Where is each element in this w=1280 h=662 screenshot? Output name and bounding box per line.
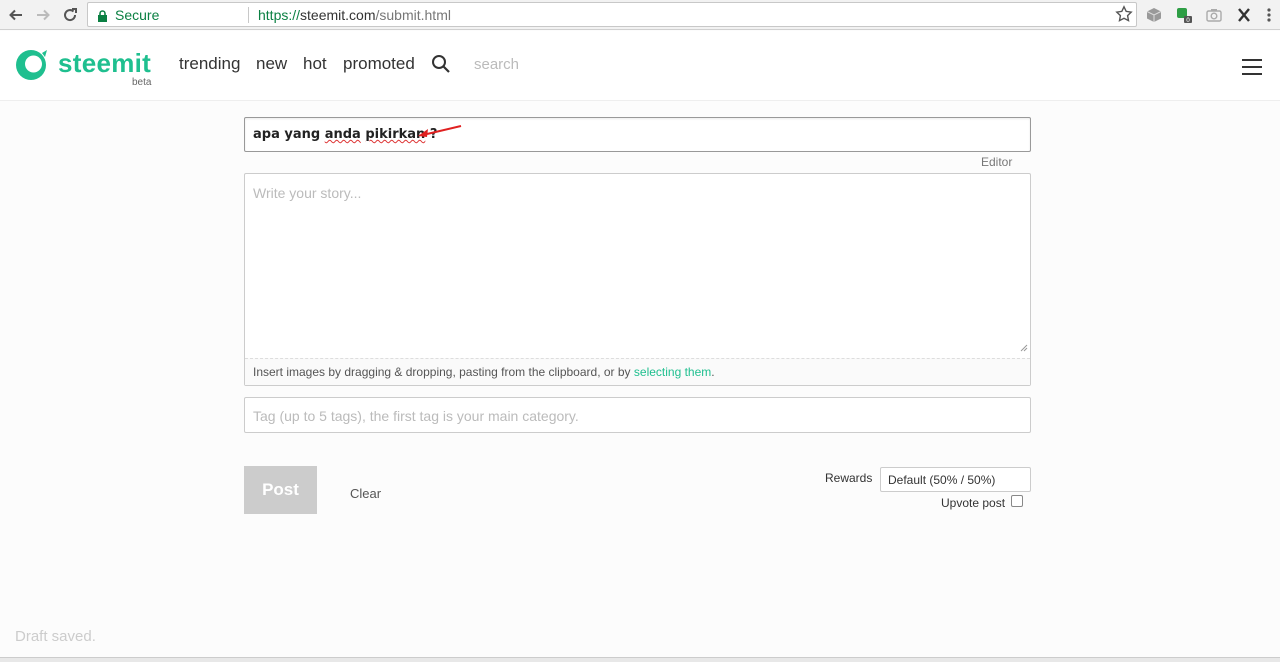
lock-icon [97,9,108,27]
draft-status: Draft saved. [15,628,96,645]
image-dropzone[interactable]: Insert images by dragging & dropping, pa… [245,358,1030,385]
editor-toggle[interactable]: Editor [981,155,1012,169]
nav-new[interactable]: new [256,54,287,74]
clear-button[interactable]: Clear [350,486,381,501]
search-icon[interactable] [431,54,451,79]
secure-label: Secure [115,7,160,23]
bookmark-star-icon[interactable] [1115,5,1133,28]
chrome-menu-icon[interactable] [1260,6,1278,24]
address-bar[interactable]: Secure https://steemit.com/submit.html [87,2,1137,27]
extension-green-icon[interactable]: 0 [1175,6,1193,24]
reload-icon[interactable] [60,5,80,25]
url-separator [248,7,249,23]
nav-hot[interactable]: hot [303,54,327,74]
post-button[interactable]: Post [244,466,317,514]
url-scheme: https:// [258,7,301,23]
url-text: https://steemit.com/submit.html [258,7,451,23]
x-extension-icon[interactable] [1235,6,1253,24]
upvote-checkbox[interactable] [1011,495,1023,507]
url-host: steemit.com [300,7,376,23]
annotation-arrow-icon [415,123,465,144]
story-editor[interactable]: Write your story... Insert images by dra… [244,173,1031,386]
nav-promoted[interactable]: promoted [343,54,415,74]
camera-icon[interactable] [1205,6,1223,24]
url-path: /submit.html [375,7,451,23]
extension-cube-icon[interactable] [1145,6,1163,24]
beta-label: beta [132,77,152,88]
search-input[interactable] [466,51,586,77]
taskbar-edge [0,657,1280,662]
nav-trending[interactable]: trending [179,54,240,74]
tags-placeholder: Tag (up to 5 tags), the first tag is you… [253,408,579,424]
svg-text:0: 0 [1186,17,1190,24]
rewards-select[interactable]: Default (50% / 50%) [880,467,1031,492]
story-placeholder: Write your story... [253,185,362,201]
site-header: steemit beta trending new hot promoted [0,31,1280,101]
brand-name[interactable]: steemit [58,48,151,79]
tags-input[interactable]: Tag (up to 5 tags), the first tag is you… [244,397,1031,433]
forward-arrow-icon[interactable] [33,5,53,25]
steemit-logo-icon[interactable] [14,47,50,88]
back-arrow-icon[interactable] [6,5,26,25]
post-title-input[interactable]: apa yang anda pikirkan ? [244,117,1031,152]
resize-grip-icon[interactable] [1020,339,1028,357]
browser-toolbar: Secure https://steemit.com/submit.html 0 [0,0,1280,30]
post-title-value: apa yang anda pikirkan ? [253,127,438,142]
rewards-label: Rewards [825,471,873,485]
hamburger-menu-icon[interactable] [1242,59,1262,75]
select-images-link[interactable]: selecting them [634,365,711,379]
upvote-label: Upvote post [941,496,1006,510]
